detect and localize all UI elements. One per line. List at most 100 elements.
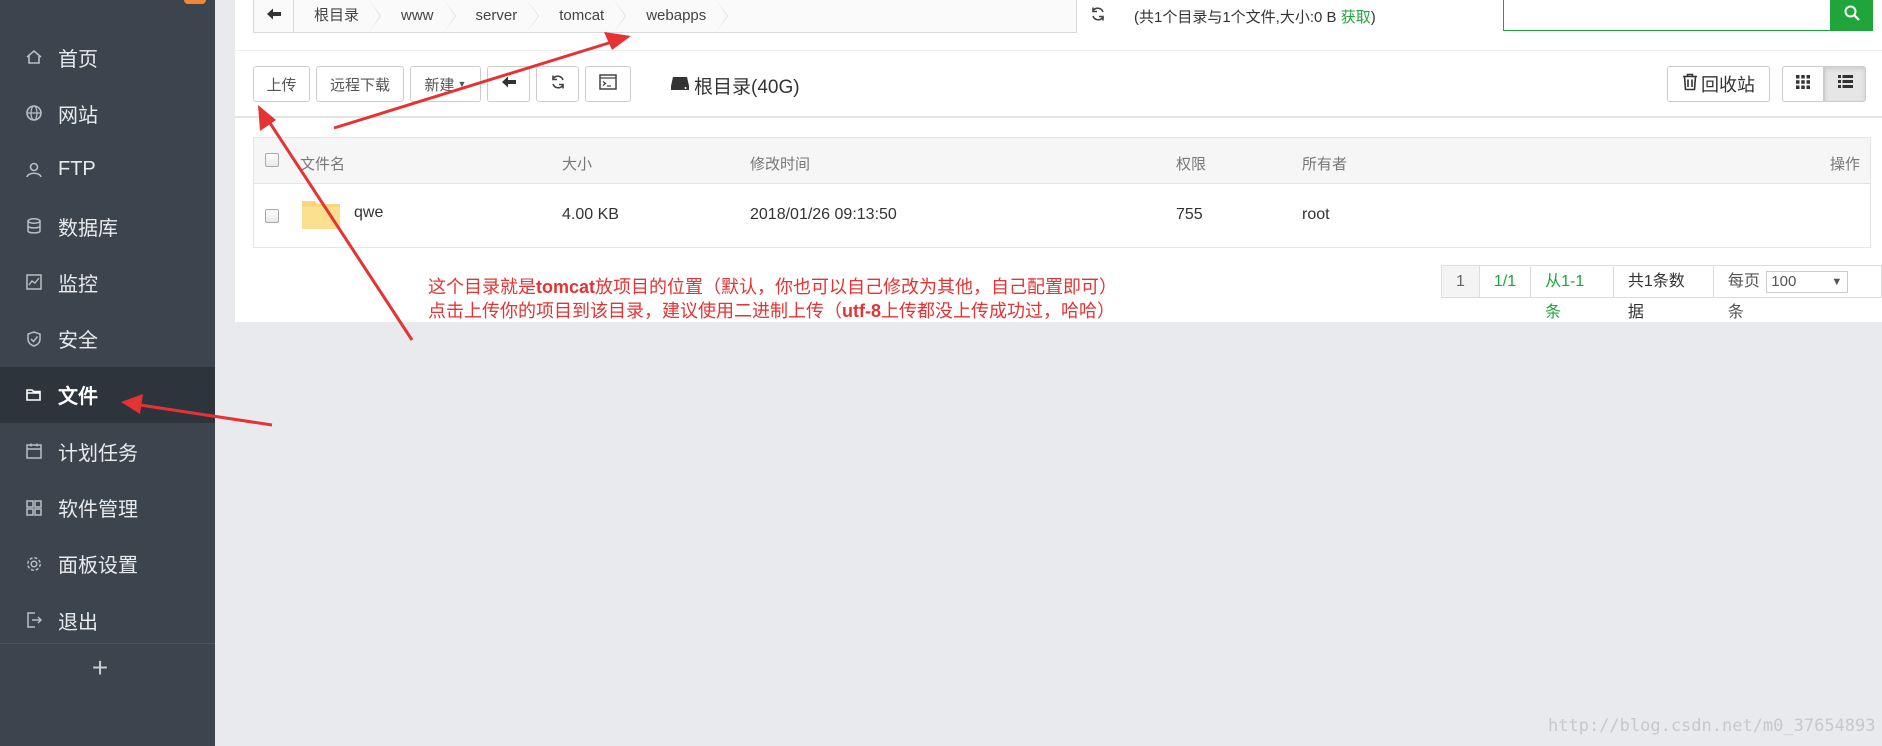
hard-drive-icon [670,75,694,97]
select-all-checkbox[interactable] [265,153,279,167]
sidebar-item-label: 安全 [58,330,98,353]
recycle-bin-button[interactable]: 回收站 [1667,66,1770,102]
page-size-select[interactable]: 100 ▼ [1766,270,1849,293]
page-count: 1/1 [1480,266,1532,297]
page-size-control: 每页 100 ▼ 条 [1714,266,1881,321]
breadcrumb: 根目录 www server tomcat webapps [253,0,1118,33]
search-input[interactable] [1503,0,1831,31]
grid-icon [24,498,44,518]
watermark: http://blog.csdn.net/m0_37654893 [1548,716,1876,736]
home-icon [24,47,44,67]
breadcrumb-item-root[interactable]: 根目录 [294,0,382,32]
refresh-icon [1090,6,1106,27]
table-row[interactable]: qwe 4.00 KB 2018/01/26 09:13:50 755 root [254,184,1870,248]
sidebar-add-button[interactable]: + [0,650,200,686]
breadcrumb-item-www[interactable]: www [381,0,456,32]
sidebar-item-ftp[interactable]: FTP [0,142,215,198]
sidebar-item-logout[interactable]: 退出 [0,592,215,648]
search-icon [1843,4,1861,27]
refresh-icon [550,74,566,94]
arrow-left-icon [501,75,517,93]
trash-icon [1682,73,1698,96]
search-button[interactable] [1831,0,1873,31]
breadcrumb-item-webapps[interactable]: webapps [626,0,729,32]
sidebar-item-cron[interactable]: 计划任务 [0,423,215,479]
per-page-unit: 条 [1727,304,1744,321]
sidebar-divider [0,643,215,644]
file-mtime: 2018/01/26 09:13:50 [750,206,897,223]
table-header: 文件名 大小 修改时间 权限 所有者 操作 [254,138,1870,184]
refresh-button[interactable] [536,66,579,102]
sidebar-item-label: 监控 [58,273,98,296]
directory-summary-close: ) [1370,9,1376,26]
terminal-icon [599,74,617,94]
terminal-button[interactable] [585,66,631,102]
sidebar-item-website[interactable]: 网站 [0,85,215,141]
note-text: 上传都没上传成功过，哈哈） [881,301,1115,321]
sidebar-item-label: 计划任务 [58,442,138,465]
sidebar-nav: 首页 网站 FTP 数据库 监控 安全 文件 计划任务 软件管理 面板设置 退出 [0,29,215,648]
file-table: 文件名 大小 修改时间 权限 所有者 操作 qwe 4.00 KB 2018/0… [253,137,1871,248]
header-mtime[interactable]: 修改时间 [750,153,810,174]
directory-info: (共1个目录与1个文件,大小:0 B 获取) [1134,6,1376,27]
page-size-value: 100 [1771,272,1797,290]
breadcrumb-item-server[interactable]: server [456,0,540,32]
back-button[interactable] [254,0,294,32]
recycle-bin-label: 回收站 [1701,75,1755,95]
sidebar-item-files[interactable]: 文件 [0,366,215,424]
monitor-icon [24,272,44,292]
sidebar-item-label: 网站 [58,104,98,127]
header-size[interactable]: 大小 [562,153,592,174]
disk-info[interactable]: 根目录(40G) [670,72,800,99]
sidebar-item-label: 退出 [58,611,98,634]
list-view-button[interactable] [1824,66,1866,102]
fetch-size-link[interactable]: 获取 [1341,9,1371,26]
remote-download-button[interactable]: 远程下载 [316,66,404,102]
go-back-button[interactable] [487,66,530,102]
shield-icon [24,329,44,349]
header-permission[interactable]: 权限 [1176,153,1206,174]
file-owner: root [1302,206,1330,223]
refresh-path-button[interactable] [1076,0,1118,33]
upload-button[interactable]: 上传 [253,66,310,102]
page-range: 从1-1条 [1531,266,1614,321]
sidebar-item-database[interactable]: 数据库 [0,198,215,254]
sidebar-item-software[interactable]: 软件管理 [0,479,215,535]
sidebar-item-label: 面板设置 [58,555,138,578]
sidebar-item-label: 数据库 [58,217,118,240]
new-button-label: 新建 [424,76,455,94]
logout-icon [24,610,44,630]
sidebar-item-label: FTP [58,158,96,181]
directory-summary: (共1个目录与1个文件,大小:0 B [1134,9,1341,26]
grid-view-button[interactable] [1782,66,1824,102]
sidebar-item-security[interactable]: 安全 [0,310,215,366]
header-name[interactable]: 文件名 [300,153,345,174]
calendar-icon [24,441,44,461]
caret-down-icon: ▼ [457,79,467,89]
annotation-note-line2: 点击上传你的项目到该目录，建议使用二进制上传（utf-8上传都没上传成功过，哈哈… [428,297,1115,323]
row-checkbox[interactable] [265,209,279,223]
note-text: 点击上传你的项目到该目录，建议使用二进制上传（ [428,301,842,321]
new-dropdown-button[interactable]: 新建 ▼ [410,66,481,102]
sidebar-item-label: 软件管理 [58,499,138,522]
note-text: 这个目录就是 [428,277,536,297]
notification-badge[interactable] [184,0,206,4]
disk-label: 根目录(40G) [694,77,800,98]
toolbar-divider [235,116,1882,118]
page-current[interactable]: 1 [1442,266,1480,297]
sidebar-item-monitor[interactable]: 监控 [0,254,215,310]
header-owner[interactable]: 所有者 [1302,153,1347,174]
globe-icon [24,103,44,123]
folder-icon [24,385,44,405]
header-operations: 操作 [1829,156,1860,173]
breadcrumb-item-tomcat[interactable]: tomcat [539,0,627,32]
header-divider [235,50,1882,51]
file-size: 4.00 KB [562,206,619,223]
page-total: 共1条数据 [1614,266,1714,321]
sidebar-item-home[interactable]: 首页 [0,29,215,85]
file-permission[interactable]: 755 [1176,206,1203,224]
note-emphasis: tomcat [536,277,596,297]
file-name[interactable]: qwe [354,204,383,222]
list-icon [1837,75,1853,93]
sidebar-item-settings[interactable]: 面板设置 [0,536,215,592]
